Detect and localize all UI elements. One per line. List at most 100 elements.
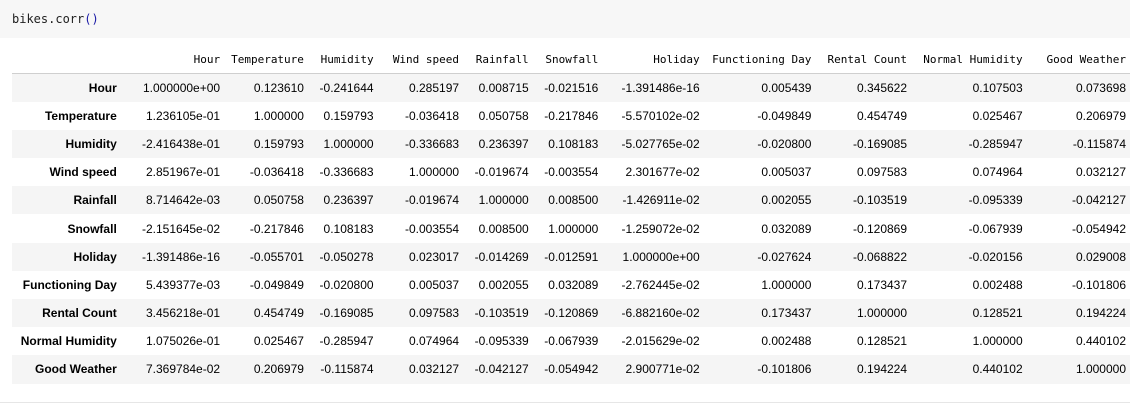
table-cell: -0.101806 [1071,277,1126,292]
table-cell: 0.005037 [408,277,460,292]
table-cell: 0.440102 [1075,334,1126,349]
table-cell: -1.426911e-02 [622,193,700,208]
table-cell: -2.015629e-02 [621,334,700,349]
table-cell: -1.391486e-16 [621,80,700,95]
row-header: Normal Humidity [20,334,117,349]
table-cell: 0.050758 [253,193,304,208]
table-cell: -1.259072e-02 [621,221,700,236]
table-cell: 0.002488 [972,277,1023,292]
table-cell: 0.454749 [253,306,304,321]
table-cell: -0.095339 [968,193,1023,208]
table-cell: -0.101806 [757,362,812,377]
table-cell: -0.336683 [319,165,374,180]
table-cell: -0.020800 [757,136,812,151]
table-cell: 0.002055 [478,277,529,292]
table-cell: 1.000000 [761,277,812,292]
table-cell: -0.049849 [757,108,812,123]
table-cell: 8.714642e-03 [146,193,221,208]
table-cell: 2.301677e-02 [625,165,700,180]
table-cell: 0.285197 [408,80,460,95]
table-cell: 0.097583 [408,306,460,321]
table-cell: 0.236397 [478,136,529,151]
table-cell: -0.027624 [757,249,812,264]
table-row: Wind speed 2.851967e-01 -0.036418 -0.336683… [12,158,1130,186]
corner-header [12,46,123,74]
row-header: Humidity [65,136,117,151]
table-cell: -0.003554 [544,165,599,180]
column-header: Temperature [224,46,308,74]
row-header: Rainfall [73,193,117,208]
column-header: Holiday [602,46,704,74]
table-cell: -0.054942 [544,362,599,377]
table-cell: -0.020800 [319,277,374,292]
table-cell: -2.762445e-02 [621,277,700,292]
table-cell: 0.194224 [1075,306,1126,321]
table-cell: 0.008500 [478,221,529,236]
table-cell: -0.049849 [249,277,304,292]
table-row: Normal Humidity 1.075026e-01 0.025467 -0.28… [12,327,1130,355]
code-cell[interactable]: bikes.corr() [0,0,1130,38]
column-header: Normal Humidity [911,46,1027,74]
column-header: Wind speed [377,46,464,74]
table-cell: 0.159793 [253,136,304,151]
table-row: Snowfall -2.151645e-02 -0.217846 0.108183 -0… [12,214,1130,242]
table-cell: 0.194224 [856,362,908,377]
row-header: Functioning Day [22,277,117,292]
table-cell: 1.000000e+00 [142,80,221,95]
table-cell: 1.075026e-01 [146,334,221,349]
table-row: Good Weather 7.369784e-02 0.206979 -0.11587… [12,355,1130,384]
table-cell: 0.173437 [761,306,812,321]
table-cell: 0.440102 [972,362,1023,377]
table-cell: 0.173437 [856,277,908,292]
table-cell: 0.029008 [1075,249,1126,264]
table-cell: -0.120869 [852,221,908,236]
table-cell: 0.008715 [478,80,529,95]
table-cell: -6.882160e-02 [621,306,700,321]
code-close-paren: ) [91,12,99,26]
table-row: Rainfall 8.714642e-03 0.050758 0.236397 -0.0… [12,186,1130,215]
table-cell: -0.115874 [320,362,374,377]
table-cell: 0.097583 [856,165,908,180]
table-cell: 1.000000 [548,221,599,236]
table-cell: 0.454749 [856,108,908,123]
table-cell: 0.206979 [253,362,304,377]
table-cell: 7.369784e-02 [146,362,221,377]
table-cell: -0.120869 [544,306,599,321]
table-cell: -0.067939 [544,334,599,349]
table-cell: 0.107503 [972,80,1023,95]
table-cell: -0.067939 [968,221,1023,236]
table-cell: 5.439377e-03 [146,277,221,292]
table-cell: 0.032089 [548,277,599,292]
row-header: Holiday [73,249,117,264]
table-cell: 1.000000 [478,193,529,208]
row-header: Temperature [44,108,117,123]
table-cell: -5.027765e-02 [621,136,700,151]
table-cell: 0.074964 [972,165,1023,180]
table-cell: 0.002055 [761,193,812,208]
table-row: Rental Count 3.456218e-01 0.454749 -0.16908… [12,299,1130,328]
table-body: Hour 1.000000e+00 0.123610 -0.241644 0.28519… [12,73,1130,384]
column-header: Functioning Day [703,46,816,74]
table-cell: 0.008500 [548,193,599,208]
table-cell: -0.217846 [249,221,304,236]
table-cell: 0.128521 [856,334,908,349]
table-row: Hour 1.000000e+00 0.123610 -0.241644 0.28519… [12,73,1130,102]
table-cell: 1.000000 [1075,362,1126,377]
table-cell: 0.108183 [548,136,599,151]
header-row: Hour Temperature Humidity Wind speed Rainfal… [12,46,1130,74]
row-header: Wind speed [49,165,117,180]
table-cell: -2.416438e-01 [142,136,221,151]
table-cell: -2.151645e-02 [142,221,221,236]
table-cell: -0.055701 [249,249,304,264]
row-header: Hour [88,80,117,95]
table-cell: -0.042127 [1071,193,1126,208]
table-cell: 0.128521 [972,306,1023,321]
table-cell: 1.000000 [253,108,304,123]
code-line[interactable]: bikes.corr() [12,12,99,26]
table-cell: 0.032089 [761,221,812,236]
table-cell: -0.336683 [405,136,460,151]
row-header: Snowfall [67,221,117,236]
table-cell: 3.456218e-01 [146,306,221,321]
table-cell: -0.103519 [474,306,529,321]
table-cell: -0.169085 [852,136,908,151]
